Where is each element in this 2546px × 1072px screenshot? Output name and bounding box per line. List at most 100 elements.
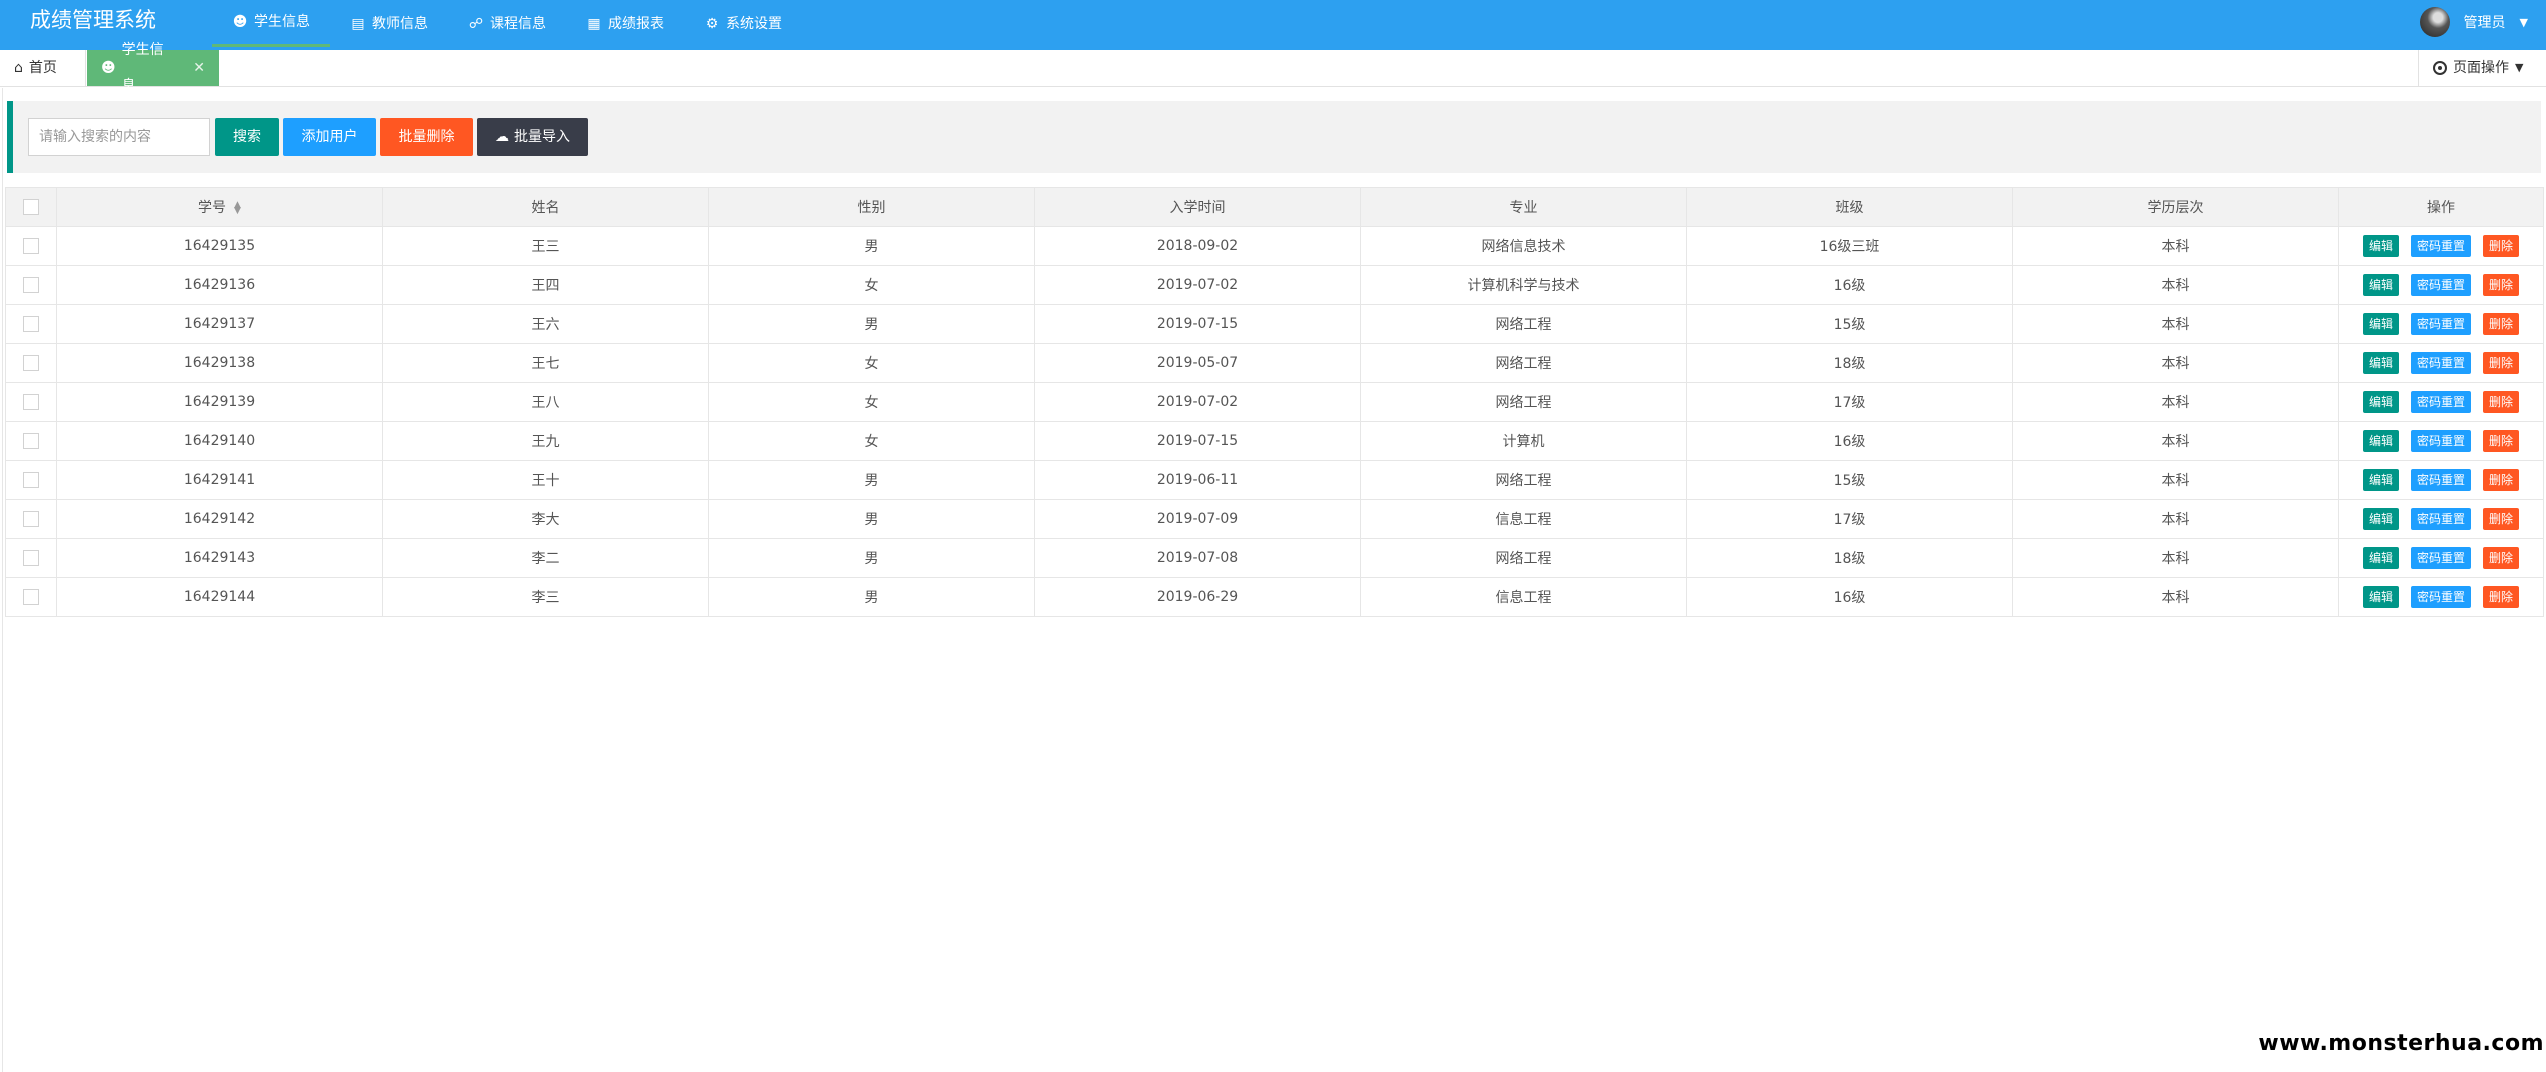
select-all-checkbox[interactable] — [23, 199, 39, 215]
row-select-cell — [5, 343, 57, 383]
edit-button[interactable]: 编辑 — [2362, 430, 2399, 452]
batch-import-button[interactable]: ☁ 批量导入 — [477, 118, 588, 156]
cell-enroll-date: 2019-07-15 — [1034, 304, 1361, 344]
reset-password-button[interactable]: 密码重置 — [2410, 547, 2471, 569]
column-header-student-id[interactable]: 学号 ▲ ▼ — [56, 187, 383, 227]
cell-gender: 女 — [708, 265, 1035, 305]
delete-button[interactable]: 删除 — [2483, 391, 2520, 413]
nav-item-settings[interactable]: ⚙ 系统设置 — [684, 0, 802, 47]
nav-item-courses[interactable]: ☍ 课程信息 — [448, 0, 566, 47]
reset-password-button[interactable]: 密码重置 — [2410, 313, 2471, 335]
delete-button[interactable]: 删除 — [2483, 586, 2520, 608]
cell-class: 17级 — [1686, 382, 2013, 422]
edit-button[interactable]: 编辑 — [2362, 508, 2399, 530]
reset-password-button[interactable]: 密码重置 — [2410, 352, 2471, 374]
row-checkbox[interactable] — [23, 550, 39, 566]
reset-password-button[interactable]: 密码重置 — [2410, 586, 2471, 608]
cell-major: 网络工程 — [1360, 382, 1687, 422]
edit-button[interactable]: 编辑 — [2362, 352, 2399, 374]
search-button[interactable]: 搜索 — [215, 118, 279, 156]
cell-gender: 女 — [708, 382, 1035, 422]
users-icon: ☻ — [101, 60, 116, 76]
reset-password-button[interactable]: 密码重置 — [2410, 274, 2471, 296]
tab-home[interactable]: ⌂ 首页 — [0, 50, 86, 86]
nav-item-grade-report[interactable]: ▦ 成绩报表 — [566, 0, 684, 47]
delete-button[interactable]: 删除 — [2483, 274, 2520, 296]
edit-button[interactable]: 编辑 — [2362, 586, 2399, 608]
nav-item-label: 系统设置 — [726, 15, 782, 32]
edit-button[interactable]: 编辑 — [2362, 547, 2399, 569]
edit-button[interactable]: 编辑 — [2362, 313, 2399, 335]
user-menu[interactable]: 管理员 ▼ — [2419, 0, 2528, 44]
cell-class: 15级 — [1686, 460, 2013, 500]
edit-button[interactable]: 编辑 — [2362, 235, 2399, 257]
sort-icon[interactable]: ▲ ▼ — [234, 201, 241, 216]
cell-actions: 编辑 密码重置 删除 — [2338, 460, 2544, 500]
cell-name: 王三 — [382, 226, 709, 266]
nav-item-teachers[interactable]: ▤ 教师信息 — [330, 0, 448, 47]
cell-name: 王六 — [382, 304, 709, 344]
cell-name: 李二 — [382, 538, 709, 578]
caret-down-icon: ▼ — [2515, 61, 2524, 74]
delete-button[interactable]: 删除 — [2483, 430, 2520, 452]
cell-degree: 本科 — [2012, 304, 2339, 344]
cell-degree: 本科 — [2012, 265, 2339, 305]
row-checkbox[interactable] — [23, 316, 39, 332]
cell-enroll-date: 2019-07-02 — [1034, 382, 1361, 422]
table-row: 16429138 王七女 2019-05-07 网络工程 18级 本科 编辑 密码重置 删除 — [5, 343, 2544, 383]
cell-gender: 男 — [708, 304, 1035, 344]
cell-enroll-date: 2019-07-08 — [1034, 538, 1361, 578]
gear-icon: ⚙ — [705, 15, 719, 32]
reset-password-button[interactable]: 密码重置 — [2410, 235, 2471, 257]
avatar[interactable] — [2419, 7, 2450, 37]
delete-button[interactable]: 删除 — [2483, 469, 2520, 491]
cell-class: 16级 — [1686, 421, 2013, 461]
table-body: 16429135 王三男 2018-09-02 网络信息技术 16级三班 本科 编辑 密码重置… — [5, 226, 2544, 617]
cell-major: 计算机科学与技术 — [1360, 265, 1687, 305]
delete-button[interactable]: 删除 — [2483, 508, 2520, 530]
edit-button[interactable]: 编辑 — [2362, 274, 2399, 296]
cell-class: 17级 — [1686, 499, 2013, 539]
cell-student-id: 16429144 — [56, 577, 383, 617]
row-checkbox[interactable] — [23, 355, 39, 371]
row-checkbox[interactable] — [23, 511, 39, 527]
edit-button[interactable]: 编辑 — [2362, 391, 2399, 413]
reset-password-button[interactable]: 密码重置 — [2410, 391, 2471, 413]
row-checkbox[interactable] — [23, 472, 39, 488]
delete-button[interactable]: 删除 — [2483, 313, 2520, 335]
edit-button[interactable]: 编辑 — [2362, 469, 2399, 491]
table-header-row: 学号 ▲ ▼ 姓名 性别 入学时间 专业 班级 学历层次 操作 — [5, 187, 2544, 227]
row-checkbox[interactable] — [23, 433, 39, 449]
delete-button[interactable]: 删除 — [2483, 547, 2520, 569]
row-checkbox[interactable] — [23, 238, 39, 254]
cell-degree: 本科 — [2012, 577, 2339, 617]
close-icon[interactable]: ✕ — [193, 50, 205, 86]
row-checkbox[interactable] — [23, 394, 39, 410]
tab-student-info[interactable]: ☻ 学生信息 ✕ — [87, 42, 219, 94]
batch-delete-button[interactable]: 批量删除 — [380, 118, 473, 156]
user-name[interactable]: 管理员 — [2464, 12, 2506, 32]
row-select-cell — [5, 265, 57, 305]
cell-class: 16级三班 — [1686, 226, 2013, 266]
reset-password-button[interactable]: 密码重置 — [2410, 508, 2471, 530]
delete-button[interactable]: 删除 — [2483, 235, 2520, 257]
cell-major: 网络工程 — [1360, 304, 1687, 344]
row-checkbox[interactable] — [23, 589, 39, 605]
row-select-cell — [5, 382, 57, 422]
column-header-degree: 学历层次 — [2012, 187, 2339, 227]
reset-password-button[interactable]: 密码重置 — [2410, 469, 2471, 491]
table-row: 16429137 王六男 2019-07-15 网络工程 15级 本科 编辑 密码重置 删除 — [5, 304, 2544, 344]
add-user-button[interactable]: 添加用户 — [283, 118, 376, 156]
nav-item-students[interactable]: ☻ 学生信息 — [212, 0, 330, 47]
cell-enroll-date: 2019-06-29 — [1034, 577, 1361, 617]
cell-gender: 男 — [708, 499, 1035, 539]
row-checkbox[interactable] — [23, 277, 39, 293]
search-input[interactable] — [28, 118, 210, 156]
page-operations-dropdown[interactable]: 页面操作 ▼ — [2418, 50, 2546, 86]
cell-student-id: 16429140 — [56, 421, 383, 461]
cell-gender: 女 — [708, 421, 1035, 461]
cell-actions: 编辑 密码重置 删除 — [2338, 421, 2544, 461]
reset-password-button[interactable]: 密码重置 — [2410, 430, 2471, 452]
cell-student-id: 16429135 — [56, 226, 383, 266]
delete-button[interactable]: 删除 — [2483, 352, 2520, 374]
